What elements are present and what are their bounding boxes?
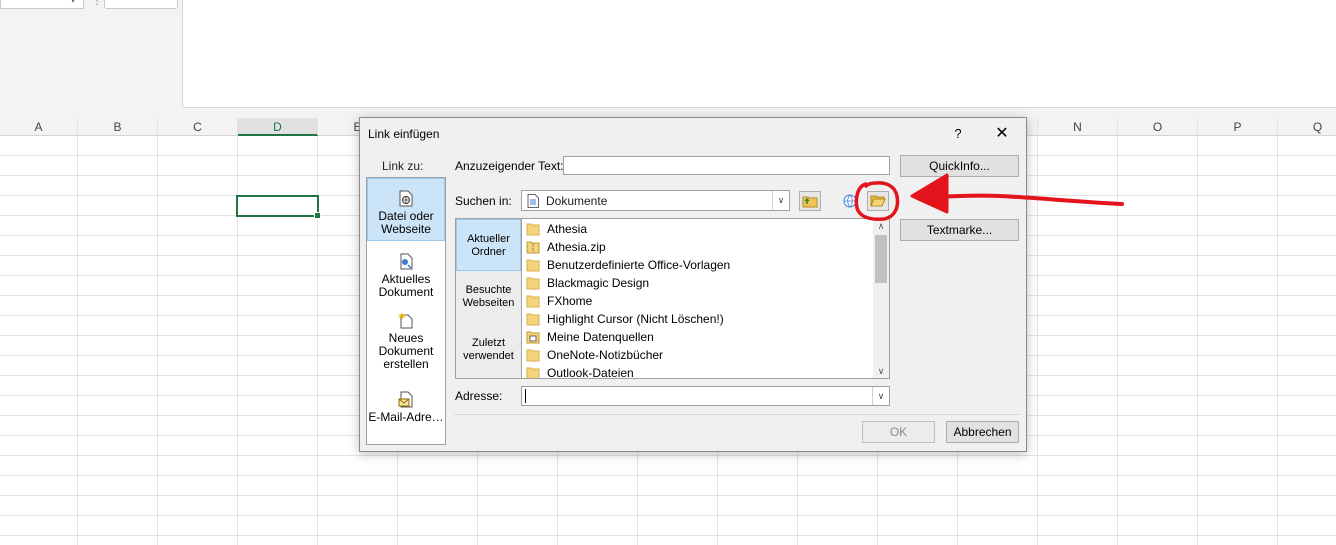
- insert-link-dialog: Link einfügen ? ✕ Link zu: Datei oder We…: [359, 117, 1027, 452]
- more-options-icon: ⋮: [92, 0, 102, 7]
- new-document-icon: [398, 312, 413, 329]
- tab-browsed-pages[interactable]: Besuchte Webseiten: [456, 284, 521, 320]
- column-header-o[interactable]: O: [1118, 118, 1198, 136]
- link-to-panel: Datei oder Webseite Aktuelles Dokument N…: [366, 177, 446, 445]
- display-text-label: Anzuzeigender Text:: [455, 159, 564, 173]
- folder-up-icon: [802, 196, 818, 208]
- link-to-label-email: E-Mail-Adre…: [368, 410, 444, 424]
- file-list-item[interactable]: Outlook-Dateien: [526, 364, 871, 379]
- file-list-item[interactable]: Highlight Cursor (Nicht Löschen!): [526, 310, 871, 328]
- file-list-item[interactable]: Athesia: [526, 220, 871, 238]
- file-name: Athesia.zip: [547, 240, 606, 254]
- file-name: Highlight Cursor (Nicht Löschen!): [547, 312, 724, 326]
- file-list[interactable]: Athesia Athesia.zip Benutzerdefinierte Off…: [521, 218, 890, 379]
- file-name: OneNote-Notizbücher: [547, 348, 664, 362]
- formula-buttons[interactable]: fx: [104, 0, 273, 9]
- selected-cell-d4[interactable]: [236, 195, 321, 219]
- column-header-a[interactable]: A: [0, 118, 78, 136]
- link-to-email[interactable]: E-Mail-Adre…: [367, 391, 445, 431]
- column-header-q[interactable]: Q: [1278, 118, 1336, 136]
- column-header-d[interactable]: D: [238, 118, 318, 136]
- browse-web-button[interactable]: [839, 191, 861, 211]
- column-header-c[interactable]: C: [158, 118, 238, 136]
- tab-current-folder-label: Aktueller Ordner: [467, 233, 510, 258]
- folder-icon: [526, 313, 540, 325]
- close-button[interactable]: ✕: [992, 124, 1012, 144]
- zip-folder-icon: [526, 241, 540, 253]
- column-header-b[interactable]: B: [78, 118, 158, 136]
- link-to-label-file-web: Datei oder Webseite: [378, 209, 434, 236]
- text-cursor: [525, 389, 526, 403]
- address-label: Adresse:: [455, 389, 503, 403]
- bookmark-button[interactable]: Textmarke...: [900, 219, 1019, 241]
- search-in-select[interactable]: Dokumente ∨: [521, 190, 790, 211]
- tab-recent-files[interactable]: Zuletzt verwendet: [456, 337, 521, 373]
- file-name: Outlook-Dateien: [547, 366, 634, 379]
- link-to-label-new-document: Neues Dokument erstellen: [378, 331, 434, 371]
- scroll-thumb[interactable]: [875, 235, 887, 283]
- folder-icon: [526, 223, 540, 235]
- cancel-button[interactable]: Abbrechen: [946, 421, 1019, 443]
- address-input[interactable]: ∨: [521, 386, 890, 406]
- ok-button[interactable]: OK: [862, 421, 935, 443]
- folder-icon: [526, 349, 540, 361]
- link-to-label-current-document: Aktuelles Dokument: [378, 272, 434, 299]
- scroll-up-icon[interactable]: ∧: [873, 219, 889, 233]
- column-header-p[interactable]: P: [1198, 118, 1278, 136]
- link-to-new-document[interactable]: Neues Dokument erstellen: [367, 312, 445, 372]
- email-icon: [398, 391, 413, 408]
- folder-icon: [526, 295, 540, 307]
- file-name: FXhome: [547, 294, 593, 308]
- chevron-down-icon[interactable]: ∨: [872, 387, 889, 405]
- open-folder-icon: [870, 195, 886, 207]
- tab-browsed-pages-label: Besuchte Webseiten: [462, 284, 515, 309]
- folder-icon: [526, 259, 540, 271]
- help-button[interactable]: ?: [948, 124, 968, 144]
- file-list-item[interactable]: Benutzerdefinierte Office-Vorlagen: [526, 256, 871, 274]
- link-to-current-document[interactable]: Aktuelles Dokument: [367, 253, 445, 301]
- file-name: Meine Datenquellen: [547, 330, 654, 344]
- folder-icon: [526, 277, 540, 289]
- chevron-down-icon[interactable]: ∨: [772, 191, 789, 210]
- file-web-icon: [399, 190, 413, 207]
- file-list-item[interactable]: OneNote-Notizbücher: [526, 346, 871, 364]
- browse-file-button[interactable]: [867, 191, 889, 211]
- browse-tabs: Aktueller Ordner Besuchte Webseiten Zule…: [455, 218, 521, 379]
- file-list-scrollbar[interactable]: ∧ ∨: [873, 219, 889, 378]
- browse-web-icon: [843, 194, 857, 208]
- current-document-icon: [400, 253, 413, 270]
- file-name: Benutzerdefinierte Office-Vorlagen: [547, 258, 731, 272]
- file-list-item[interactable]: Meine Datenquellen: [526, 328, 871, 346]
- divider: [454, 414, 1020, 415]
- name-box[interactable]: ▾: [0, 0, 84, 9]
- file-name: Blackmagic Design: [547, 276, 650, 290]
- search-in-label: Suchen in:: [455, 194, 512, 208]
- chevron-down-icon[interactable]: ▾: [71, 0, 75, 5]
- scroll-down-icon[interactable]: ∨: [873, 364, 889, 378]
- link-to-file-or-webpage[interactable]: Datei oder Webseite: [367, 178, 445, 241]
- search-in-value: Dokumente: [546, 194, 608, 208]
- dialog-title: Link einfügen: [368, 127, 440, 141]
- link-to-label: Link zu:: [382, 159, 424, 173]
- documents-icon: [527, 194, 539, 208]
- tab-recent-files-label: Zuletzt verwendet: [463, 337, 514, 362]
- file-list-item[interactable]: Blackmagic Design: [526, 274, 871, 292]
- up-one-folder-button[interactable]: [799, 191, 821, 211]
- data-sources-folder-icon: [526, 331, 540, 343]
- folder-icon: [526, 367, 540, 378]
- column-header-n[interactable]: N: [1038, 118, 1118, 136]
- file-name: Athesia: [547, 222, 588, 236]
- quickinfo-button[interactable]: QuickInfo...: [900, 155, 1019, 177]
- excel-toolbar-area: ▾ ⋮ fx: [0, 0, 1336, 118]
- display-text-input[interactable]: [563, 156, 890, 175]
- file-list-item[interactable]: FXhome: [526, 292, 871, 310]
- formula-bar[interactable]: [182, 0, 1336, 108]
- tab-current-folder[interactable]: Aktueller Ordner: [456, 219, 521, 271]
- file-list-item[interactable]: Athesia.zip: [526, 238, 871, 256]
